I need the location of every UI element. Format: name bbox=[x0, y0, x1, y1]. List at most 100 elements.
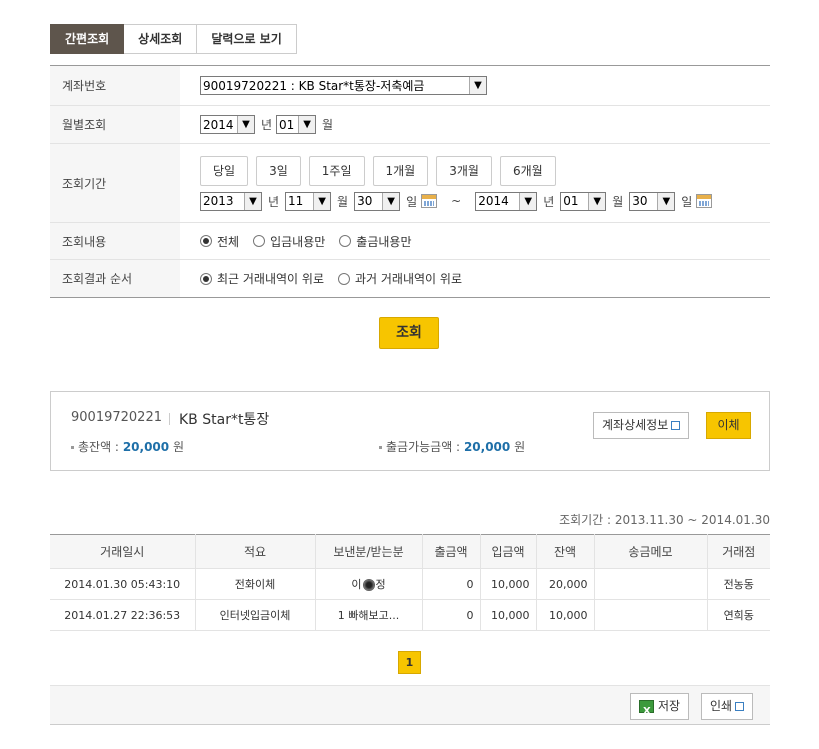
save-excel-button[interactable]: 저장 bbox=[630, 693, 690, 724]
chevron-down-icon: ▼ bbox=[519, 192, 537, 210]
to-month-value: 01 bbox=[563, 194, 579, 208]
radio-icon bbox=[339, 235, 352, 247]
won-unit: 원 bbox=[172, 440, 184, 454]
order-label: 조회결과 순서 bbox=[50, 260, 180, 297]
month-year-select[interactable]: 2014 ▼ bbox=[200, 115, 255, 134]
content-deposit-radio[interactable]: 입금내용만 bbox=[253, 233, 325, 250]
account-name: KB Star*t통장 bbox=[179, 412, 270, 428]
cell-memo: 인터넷입금이체 bbox=[194, 599, 316, 631]
from-year-value: 2013 bbox=[203, 194, 234, 208]
col-memo: 적요 bbox=[194, 534, 316, 569]
col-deposit: 입금액 bbox=[479, 534, 537, 569]
cell-deposit: 10,000 bbox=[479, 568, 537, 600]
content-all-label: 전체 bbox=[217, 234, 240, 249]
account-select-value: 90019720221 : KB Star*t통장-저축예금 bbox=[203, 79, 425, 93]
cell-withdraw: 0 bbox=[421, 599, 481, 631]
period-3day-button[interactable]: 3일 bbox=[256, 155, 301, 186]
chevron-down-icon: ▼ bbox=[588, 192, 606, 210]
to-day-select[interactable]: 30 ▼ bbox=[629, 191, 676, 211]
masked-name-icon bbox=[362, 579, 375, 591]
tab-calendar-view[interactable]: 달력으로 보기 bbox=[197, 24, 297, 54]
account-row: 계좌번호 90019720221 : KB Star*t통장-저축예금 ▼ bbox=[50, 66, 770, 106]
radio-selected-icon bbox=[200, 235, 212, 247]
query-period-text: 조회기간 : 2013.11.30 ~ 2014.01.30 bbox=[559, 513, 770, 527]
col-datetime: 거래일시 bbox=[50, 534, 196, 569]
total-balance: 총잔액 : 20,000 원 bbox=[71, 438, 184, 455]
print-button[interactable]: 인쇄 bbox=[701, 693, 754, 720]
table-footer: 저장 인쇄 bbox=[50, 685, 770, 725]
tab-simple-search[interactable]: 간편조회 bbox=[50, 24, 125, 54]
calendar-icon[interactable] bbox=[421, 194, 438, 208]
from-day-select[interactable]: 30 ▼ bbox=[354, 191, 401, 211]
month-unit: 월 bbox=[322, 118, 334, 132]
period-row: 조회기간 당일 3일 1주일 1개월 3개월 6개월 2013 ▼ 년 11 ▼ 월… bbox=[50, 144, 770, 223]
to-month-select[interactable]: 01 ▼ bbox=[560, 191, 607, 211]
search-button[interactable]: 조회 bbox=[379, 317, 439, 349]
order-past-radio[interactable]: 과거 거래내역이 위로 bbox=[338, 270, 462, 287]
to-year-value: 2014 bbox=[478, 194, 509, 208]
page-1-button[interactable]: 1 bbox=[398, 651, 421, 674]
cell-branch: 연희동 bbox=[706, 599, 770, 631]
counterparty-text: 이 bbox=[351, 578, 362, 591]
month-row: 월별조회 2014 ▼ 년 01 ▼ 월 bbox=[50, 106, 770, 144]
cell-counterparty: 이정 bbox=[314, 568, 423, 600]
table-row: 2014.01.30 05:43:10 전화이체 이정 0 10,000 20,… bbox=[50, 568, 770, 600]
order-past-label: 과거 거래내역이 위로 bbox=[355, 272, 462, 286]
calendar-icon[interactable] bbox=[696, 194, 713, 208]
available-balance: 출금가능금액 : 20,000 원 bbox=[379, 438, 525, 455]
content-all-radio[interactable]: 전체 bbox=[200, 233, 239, 250]
order-recent-radio[interactable]: 최근 거래내역이 위로 bbox=[200, 270, 324, 287]
total-balance-value: 20,000 bbox=[122, 440, 170, 454]
period-1week-button[interactable]: 1주일 bbox=[308, 155, 365, 186]
month-month-select[interactable]: 01 ▼ bbox=[276, 115, 317, 134]
year-unit: 년 bbox=[261, 118, 273, 132]
content-withdraw-radio[interactable]: 출금내용만 bbox=[339, 233, 412, 250]
cell-deposit: 10,000 bbox=[479, 599, 537, 631]
account-select[interactable]: 90019720221 : KB Star*t통장-저축예금 ▼ bbox=[200, 76, 487, 95]
won-unit: 원 bbox=[514, 440, 526, 454]
table-row: 2014.01.27 22:36:53 인터넷입금이체 1 빠해보고... 0 … bbox=[50, 599, 770, 631]
from-month-value: 11 bbox=[288, 194, 304, 208]
cell-memo: 전화이체 bbox=[194, 568, 316, 600]
content-row: 조회내용 전체 입금내용만 출금내용만 bbox=[50, 223, 770, 260]
from-month-select[interactable]: 11 ▼ bbox=[285, 191, 332, 211]
month-year-value: 2014 bbox=[203, 117, 234, 132]
period-3month-button[interactable]: 3개월 bbox=[436, 155, 492, 186]
chevron-down-icon: ▼ bbox=[382, 192, 400, 210]
account-detail-button[interactable]: 계좌상세정보 bbox=[593, 412, 690, 439]
chevron-down-icon: ▼ bbox=[244, 192, 261, 210]
col-withdraw: 출금액 bbox=[421, 534, 481, 569]
excel-icon bbox=[639, 699, 654, 724]
chevron-down-icon: ▼ bbox=[237, 116, 254, 133]
chevron-down-icon: ▼ bbox=[298, 116, 316, 133]
chevron-down-icon: ▼ bbox=[657, 192, 675, 210]
to-year-select[interactable]: 2014 ▼ bbox=[475, 191, 538, 211]
print-label: 인쇄 bbox=[710, 699, 733, 713]
range-tilde: ~ bbox=[451, 194, 462, 208]
period-6month-button[interactable]: 6개월 bbox=[499, 155, 556, 186]
col-counterparty: 보낸분/받는분 bbox=[314, 534, 423, 569]
content-label: 조회내용 bbox=[50, 223, 180, 259]
month-unit: 월 bbox=[612, 194, 624, 209]
transfer-button[interactable]: 이체 bbox=[706, 412, 751, 439]
from-year-select[interactable]: 2013 ▼ bbox=[200, 191, 262, 211]
cell-counterparty: 1 빠해보고... bbox=[314, 599, 423, 631]
period-today-button[interactable]: 당일 bbox=[200, 155, 249, 186]
save-label: 저장 bbox=[658, 699, 681, 713]
period-1month-button[interactable]: 1개월 bbox=[372, 155, 429, 186]
cell-datetime: 2014.01.27 22:36:53 bbox=[50, 599, 196, 631]
search-form: 계좌번호 90019720221 : KB Star*t통장-저축예금 ▼ 월별… bbox=[50, 65, 770, 298]
year-unit: 년 bbox=[268, 194, 280, 209]
available-balance-label: 출금가능금액 : bbox=[386, 440, 461, 454]
tab-detail-search[interactable]: 상세조회 bbox=[124, 24, 198, 54]
transaction-table: 거래일시 적요 보낸분/받는분 출금액 입금액 잔액 송금메모 거래점 2014… bbox=[50, 534, 770, 631]
radio-icon bbox=[253, 235, 266, 247]
counterparty-suffix: 정 bbox=[375, 578, 386, 591]
content-withdraw-label: 출금내용만 bbox=[356, 234, 412, 249]
cell-remit-memo bbox=[593, 599, 708, 631]
cell-balance: 10,000 bbox=[535, 599, 595, 631]
account-number: 90019720221 bbox=[71, 410, 162, 425]
bullet-icon bbox=[379, 446, 382, 449]
account-label: 계좌번호 bbox=[50, 66, 180, 105]
month-month-value: 01 bbox=[279, 117, 295, 132]
